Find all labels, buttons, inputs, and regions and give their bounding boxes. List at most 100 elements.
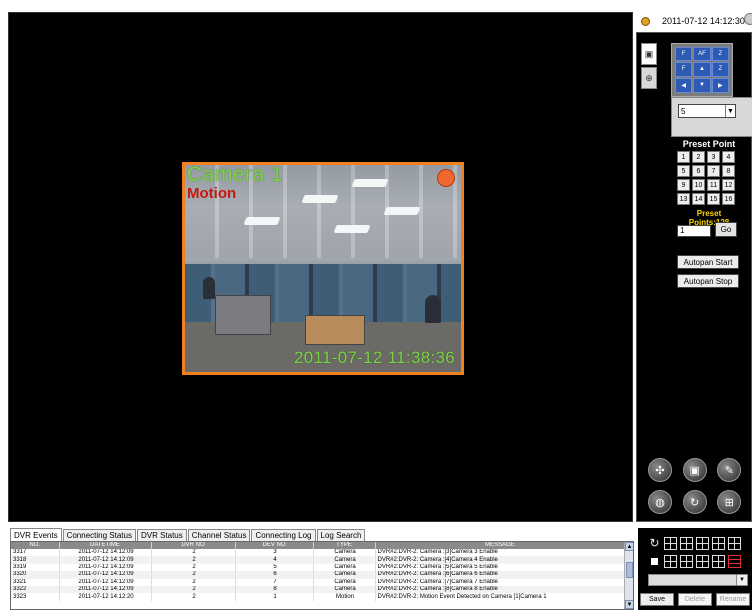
layout-grid-a-icon[interactable] xyxy=(664,555,677,568)
layout-4x4-icon[interactable] xyxy=(728,537,741,550)
preset-point-button[interactable]: 15 xyxy=(707,193,720,205)
layout-preset-select[interactable]: ▼ xyxy=(648,574,748,586)
preset-point-button[interactable]: 2 xyxy=(692,151,705,163)
table-cell: 2 xyxy=(151,563,236,572)
table-cell: 8 xyxy=(235,585,314,594)
preset-point-button[interactable]: 9 xyxy=(677,179,690,191)
column-header-datetime[interactable]: DATETIME xyxy=(59,542,152,549)
camera-scene-person xyxy=(425,295,441,323)
table-row[interactable]: 3323 2011-07-12 14:12:20 2 1 Motion DVR#2:DVR… xyxy=(11,593,626,601)
column-header-message[interactable]: MESSAGE xyxy=(375,542,626,549)
preset-point-button[interactable]: 5 xyxy=(677,165,690,177)
tab-connecting-status[interactable]: Connecting Status xyxy=(62,529,136,541)
scroll-down-icon[interactable]: ▼ xyxy=(625,600,633,609)
ptz-speed-select[interactable]: 5 ▼ xyxy=(678,104,736,118)
table-cell: 2 xyxy=(151,578,236,586)
column-header-dev-no[interactable]: DEV NO xyxy=(235,542,314,549)
preset-point-button[interactable]: 4 xyxy=(722,151,735,163)
camera-timestamp-overlay: 2011-07-12 11:38:36 xyxy=(293,348,455,367)
table-cell: 5 xyxy=(235,563,314,572)
refresh-icon[interactable]: ↻ xyxy=(682,490,707,514)
event-tab-strip: DVR Events Connecting Status DVR Status … xyxy=(10,528,632,541)
camera-scene-light xyxy=(243,217,281,225)
ptz-direction-pad: F AF Z F ▲ Z ◀ ▼ ▶ xyxy=(671,43,733,97)
preset-point-button[interactable]: 3 xyxy=(707,151,720,163)
save-layout-button[interactable]: Save xyxy=(640,593,674,606)
tab-log-search[interactable]: Log Search xyxy=(316,529,366,541)
tab-connecting-log[interactable]: Connecting Log xyxy=(251,529,316,541)
pan-right-button[interactable]: ▶ xyxy=(711,77,729,93)
column-header-dvr-no[interactable]: DVR NO xyxy=(151,542,236,549)
table-row[interactable]: 3321 2011-07-12 14:12:09 2 7 Camera DVR#2:DVR… xyxy=(11,578,626,586)
preset-point-button[interactable]: 13 xyxy=(677,193,690,205)
layout-sequence-icon[interactable] xyxy=(728,555,741,568)
video-display-area[interactable]: Camera 1 Motion 2011-07-12 11:38:36 xyxy=(8,12,633,522)
event-table-scrollbar[interactable]: ▲ ▼ xyxy=(624,542,633,609)
preset-point-button[interactable]: 10 xyxy=(692,179,705,191)
layout-1plus5-icon[interactable] xyxy=(680,537,693,550)
tab-channel-status[interactable]: Channel Status xyxy=(187,529,251,541)
table-row[interactable]: 3318 2011-07-12 14:12:09 2 4 Camera DVR#2:DVR… xyxy=(11,556,626,564)
table-cell: Camera xyxy=(313,585,376,594)
auto-focus-button[interactable]: AF xyxy=(693,47,711,62)
system-menu-icon[interactable] xyxy=(744,13,752,25)
tab-ptz-icon[interactable]: ▣ xyxy=(641,43,657,65)
preset-point-button[interactable]: 1 xyxy=(677,151,690,163)
camera-scene-light xyxy=(333,225,371,233)
scroll-up-icon[interactable]: ▲ xyxy=(625,542,633,551)
layout-2x2-icon[interactable] xyxy=(664,537,677,550)
single-view-icon[interactable] xyxy=(651,558,658,565)
preset-point-button[interactable]: 6 xyxy=(692,165,705,177)
column-header-type[interactable]: TYPE xyxy=(313,542,376,549)
tilt-down-button[interactable]: ▼ xyxy=(693,77,711,93)
tab-dvr-events[interactable]: DVR Events xyxy=(10,528,62,541)
scrollbar-thumb[interactable] xyxy=(626,562,633,578)
preset-point-button[interactable]: 14 xyxy=(692,193,705,205)
preset-point-button[interactable]: 12 xyxy=(722,179,735,191)
table-row[interactable]: 3322 2011-07-12 14:12:09 2 8 Camera DVR#2:DVR… xyxy=(11,585,626,594)
camera-view-tile[interactable]: Camera 1 Motion 2011-07-12 11:38:36 xyxy=(182,162,464,375)
table-cell: 4 xyxy=(235,556,314,564)
focus-far-button[interactable]: F xyxy=(675,62,693,77)
autopan-stop-button[interactable]: Autopan Stop xyxy=(677,274,739,288)
layout-grid-b-icon[interactable] xyxy=(680,555,693,568)
preset-point-button[interactable]: 11 xyxy=(707,179,720,191)
autopan-start-button[interactable]: Autopan Start xyxy=(677,255,739,269)
table-cell: Camera xyxy=(313,563,376,572)
rename-layout-button[interactable]: Rename xyxy=(716,593,750,606)
layout-grid-c-icon[interactable] xyxy=(696,555,709,568)
preset-point-button[interactable]: 16 xyxy=(722,193,735,205)
tilt-up-button[interactable]: ▲ xyxy=(693,62,711,77)
preset-go-button[interactable]: Go xyxy=(715,222,737,237)
snapshot-icon[interactable]: ▣ xyxy=(682,458,707,482)
preset-goto-input[interactable]: 1 xyxy=(677,225,711,237)
column-header-no[interactable]: NO. xyxy=(11,542,60,549)
tab-dvr-status[interactable]: DVR Status xyxy=(136,529,187,541)
layout-icon[interactable]: ⊞ xyxy=(717,490,742,514)
chevron-down-icon[interactable]: ▼ xyxy=(725,105,735,117)
settings-wrench-icon[interactable]: ✎ xyxy=(717,458,742,482)
chevron-down-icon[interactable]: ▼ xyxy=(736,575,747,585)
network-globe-icon[interactable]: ◍ xyxy=(648,490,672,514)
zoom-out-button[interactable]: Z xyxy=(711,62,729,77)
preset-point-grid: 1 2 3 4 5 6 7 8 9 10 11 12 13 14 15 16 xyxy=(677,151,735,205)
layout-grid-d-icon[interactable] xyxy=(712,555,725,568)
zoom-in-button[interactable]: Z xyxy=(711,47,729,62)
preset-point-button[interactable]: 7 xyxy=(707,165,720,177)
table-row[interactable]: 3317 2011-07-12 14:12:09 2 3 Camera DVR#2:DVR… xyxy=(11,549,626,557)
table-row[interactable]: 3319 2011-07-12 14:12:09 2 5 Camera DVR#2:DVR… xyxy=(11,563,626,572)
camera-scene-desk xyxy=(215,295,271,335)
fullscreen-icon[interactable]: ✣ xyxy=(648,458,672,482)
focus-near-button[interactable]: F xyxy=(675,47,693,62)
layout-3x3-icon[interactable] xyxy=(712,537,725,550)
layout-1plus7-icon[interactable] xyxy=(696,537,709,550)
preset-point-button[interactable]: 8 xyxy=(722,165,735,177)
delete-layout-button[interactable]: Delete xyxy=(678,593,712,606)
table-cell: 3321 xyxy=(11,578,60,586)
tab-zoom-icon[interactable]: ⊕ xyxy=(641,67,657,89)
table-row[interactable]: 3320 2011-07-12 14:12:09 2 6 Camera DVR#2:DVR… xyxy=(11,571,626,579)
rotate-icon[interactable]: ↻ xyxy=(648,537,661,550)
table-cell: Camera xyxy=(313,549,376,557)
pan-left-button[interactable]: ◀ xyxy=(675,77,693,93)
camera-scene-person xyxy=(203,277,215,299)
